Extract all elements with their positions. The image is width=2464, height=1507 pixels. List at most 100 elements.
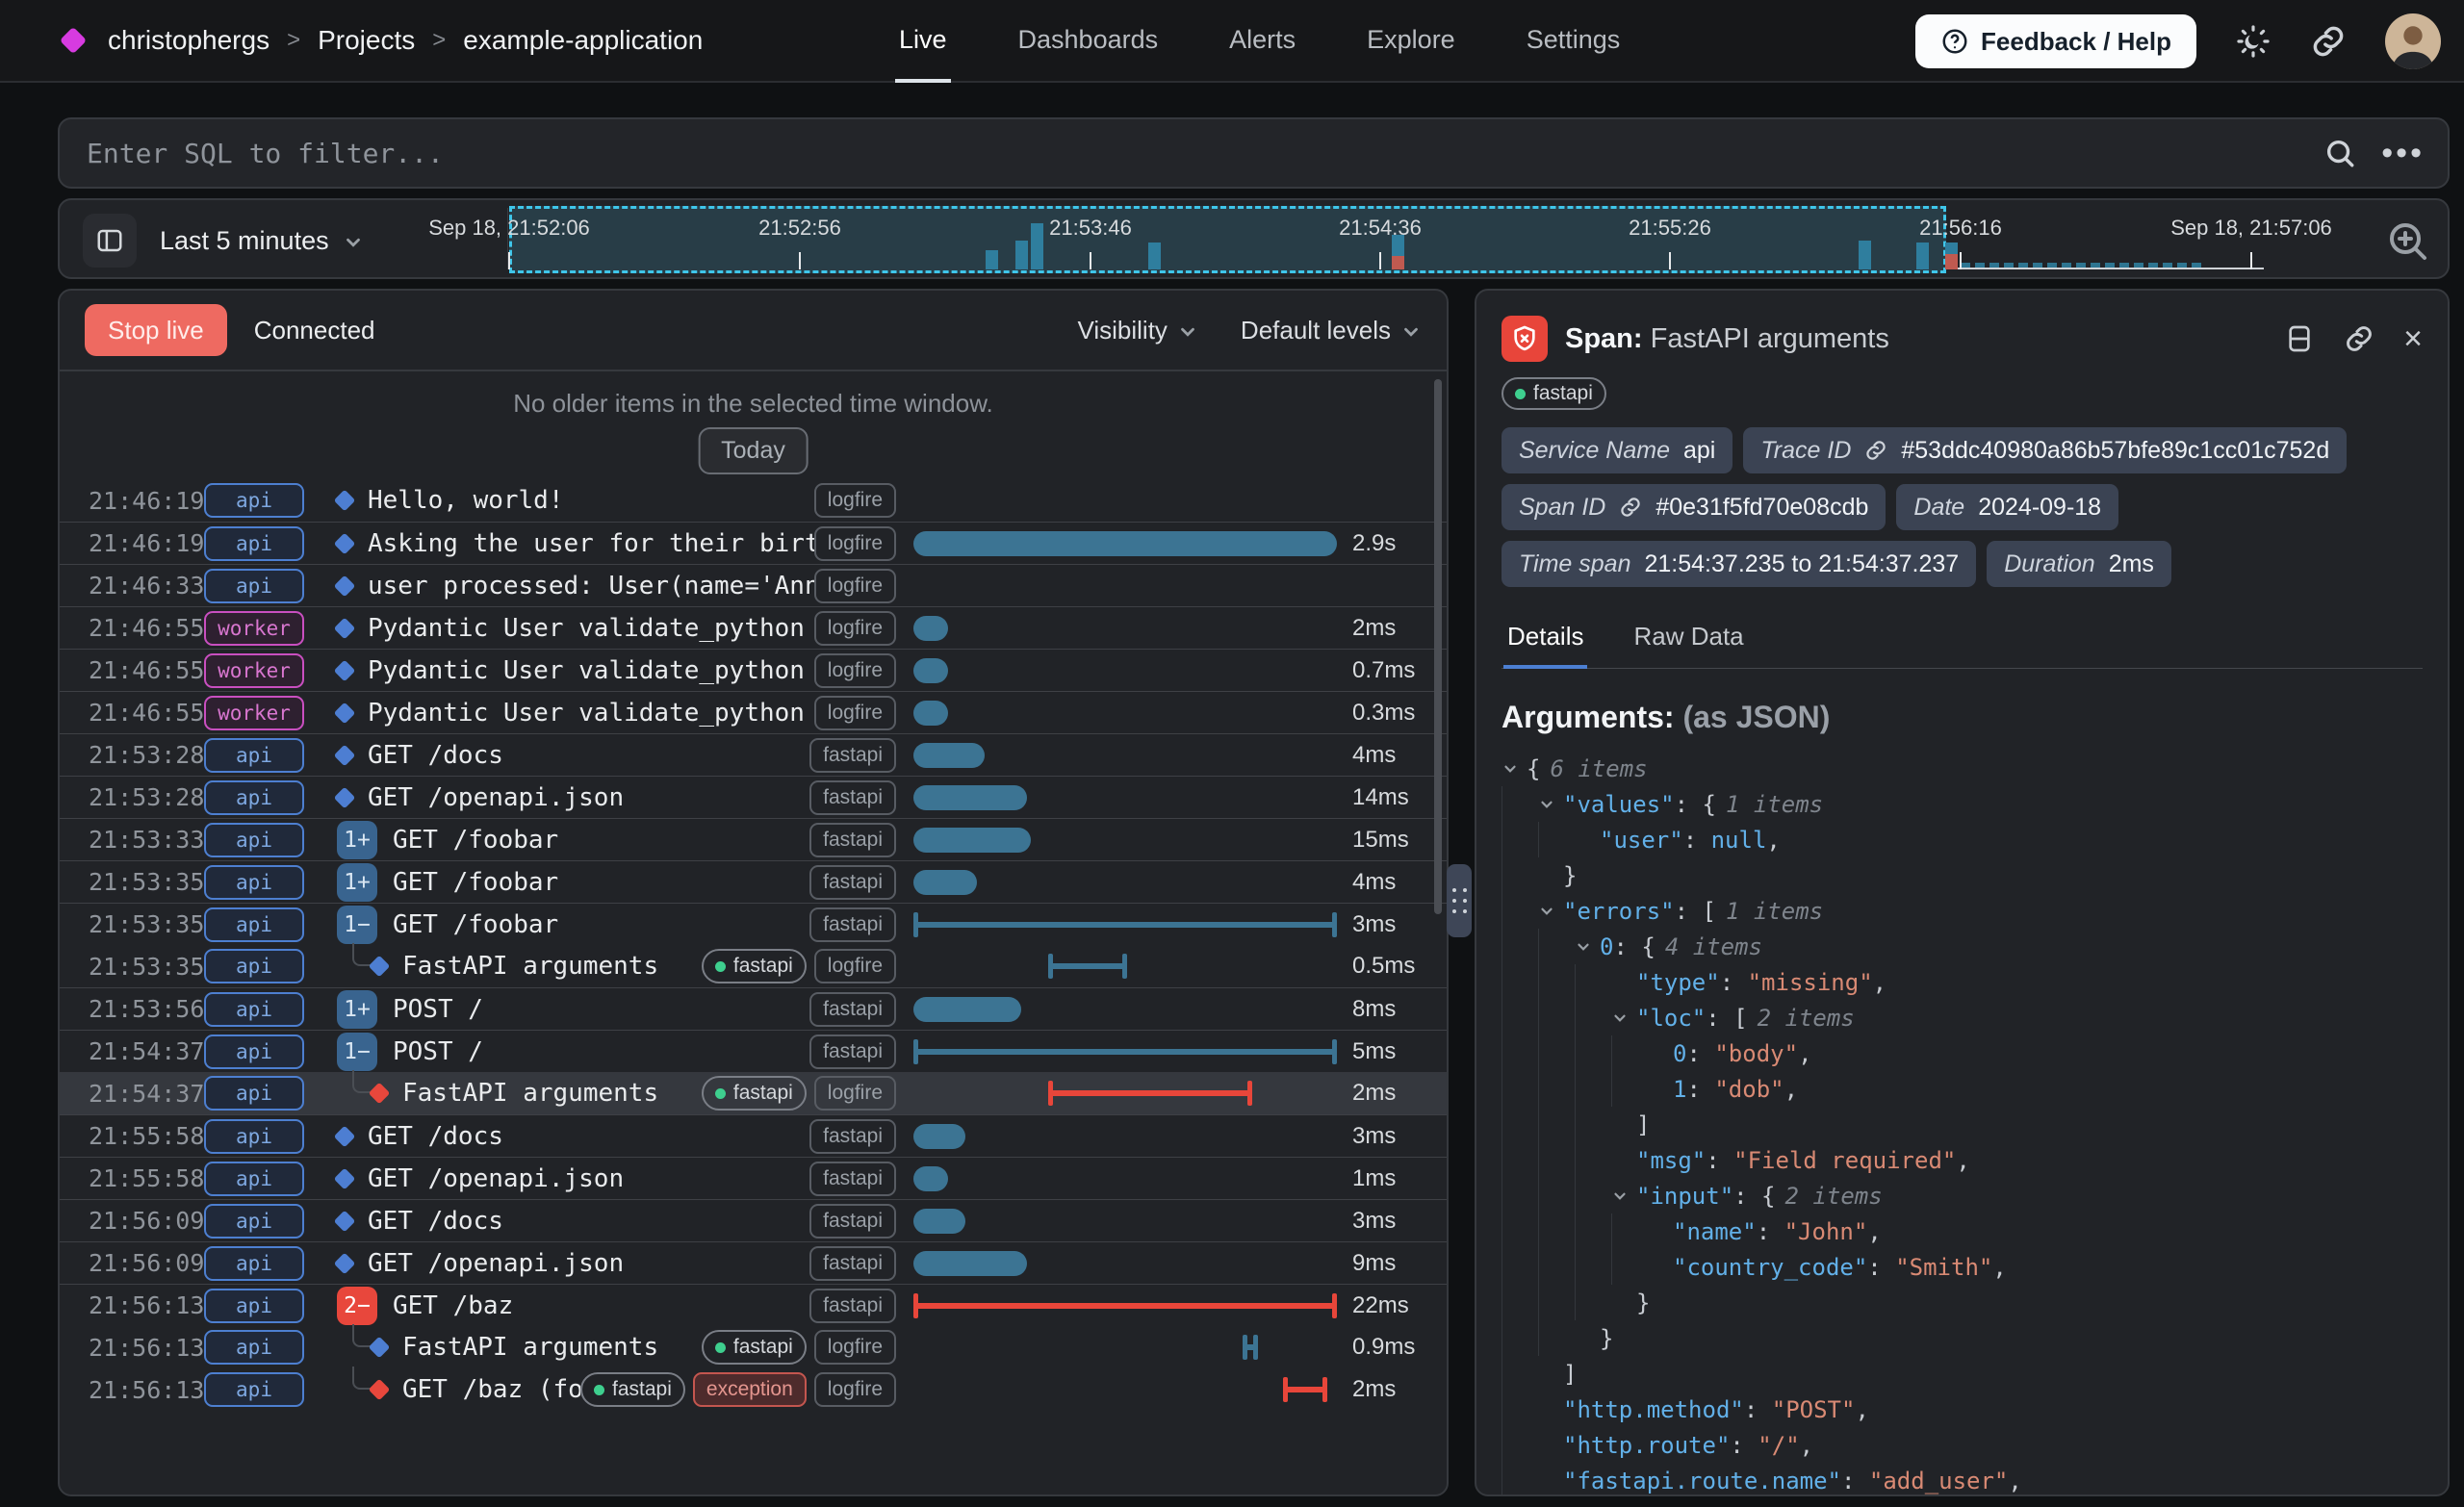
log-row[interactable]: 21:56:09apiGET /docsfastapi3ms [60, 1199, 1447, 1241]
sql-filter-input[interactable] [60, 138, 2323, 169]
span-diamond-icon [334, 786, 356, 808]
tag-fastapi: fastapi [809, 1246, 896, 1281]
copy-link-icon[interactable] [2344, 323, 2374, 354]
log-timestamp: 21:53:33 [60, 826, 204, 854]
tree-connector [352, 943, 372, 966]
duration-bar [1283, 1387, 1327, 1392]
log-row[interactable]: 21:56:13apiFastAPI argumentsfastapilogfi… [60, 1326, 1447, 1368]
json-indent-guide [1538, 822, 1575, 857]
json-collapse-caret[interactable] [1575, 938, 1600, 956]
expand-collapse-badge[interactable]: 2− [337, 1287, 377, 1325]
log-message: Pydantic User validate_python [368, 699, 805, 728]
log-message: GET /docs [368, 741, 503, 770]
log-row[interactable]: 21:46:33apiuser processed: User(name='An… [60, 564, 1447, 606]
tag-fastapi: fastapi [580, 1372, 685, 1407]
visibility-dropdown[interactable]: Visibility [1077, 316, 1197, 345]
log-row[interactable]: 21:46:19apiAsking the user for their bir… [60, 522, 1447, 564]
log-row[interactable]: 21:53:35api1+GET /foobarfastapi4ms [60, 860, 1447, 903]
log-message: POST / [393, 995, 483, 1024]
share-link-icon[interactable] [2310, 23, 2347, 60]
json-collapse-caret[interactable] [1538, 903, 1563, 920]
meta-value: api [1683, 437, 1715, 465]
scrollbar-thumb[interactable] [1434, 379, 1442, 914]
link-icon[interactable] [1864, 439, 1887, 462]
today-button[interactable]: Today [698, 427, 808, 474]
timeline-tick-label: Sep 18, 21:52:06 [428, 216, 590, 241]
tab-details[interactable]: Details [1503, 616, 1587, 669]
tab-raw-data[interactable]: Raw Data [1630, 616, 1747, 669]
nav-tab-dashboards[interactable]: Dashboards [1014, 0, 1163, 83]
expand-collapse-badge[interactable]: 1− [337, 906, 377, 944]
expand-collapse-badge[interactable]: 1+ [337, 863, 377, 902]
default-levels-dropdown[interactable]: Default levels [1241, 316, 1422, 345]
feedback-help-button[interactable]: Feedback / Help [1915, 14, 2196, 68]
log-row[interactable]: 21:46:55workerPydantic User validate_pyt… [60, 691, 1447, 733]
nav-tab-settings[interactable]: Settings [1523, 0, 1625, 83]
meta-label: Trace ID [1760, 437, 1851, 465]
user-avatar[interactable] [2385, 13, 2441, 69]
log-row[interactable]: 21:54:37apiFastAPI argumentsfastapilogfi… [60, 1072, 1447, 1114]
arguments-heading-sub: (as JSON) [1682, 700, 1830, 734]
log-row[interactable]: 21:46:55workerPydantic User validate_pyt… [60, 606, 1447, 649]
timeline-histogram[interactable]: Sep 18, 21:52:0621:52:5621:53:4621:54:36… [60, 200, 2448, 277]
json-token-punc: , [1784, 1076, 1798, 1103]
json-indent-guide [1538, 1178, 1575, 1213]
timeline-selection[interactable] [509, 206, 1946, 273]
question-circle-icon [1940, 27, 1969, 56]
breadcrumb-item[interactable]: Projects [318, 25, 415, 56]
log-row[interactable]: 21:46:19apiHello, world!logfire [60, 479, 1447, 522]
nav-tab-alerts[interactable]: Alerts [1225, 0, 1299, 83]
log-row[interactable]: 21:53:28apiGET /openapi.jsonfastapi14ms [60, 776, 1447, 818]
json-collapse-caret[interactable] [1538, 796, 1563, 813]
meta-pill-span-id[interactable]: Span ID#0e31f5fd70e08cdb [1502, 484, 1886, 530]
expand-collapse-badge[interactable]: 1+ [337, 990, 377, 1029]
breadcrumb-separator: > [287, 27, 300, 54]
json-collapse-caret[interactable] [1611, 1009, 1636, 1027]
theme-toggle-icon[interactable] [2235, 23, 2272, 60]
json-indent-guide [1502, 1392, 1538, 1427]
log-row[interactable]: 21:56:13api2−GET /bazfastapi22ms [60, 1284, 1447, 1326]
close-icon[interactable]: × [2403, 323, 2423, 354]
link-icon[interactable] [1619, 496, 1642, 519]
log-row[interactable]: 21:53:28apiGET /docsfastapi4ms [60, 733, 1447, 776]
span-diamond-icon [334, 744, 356, 766]
json-collapse-caret[interactable] [1611, 1188, 1636, 1205]
nav-tab-live[interactable]: Live [895, 0, 951, 83]
log-timestamp: 21:56:13 [60, 1291, 204, 1319]
log-row[interactable]: 21:55:58apiGET /docsfastapi3ms [60, 1114, 1447, 1157]
stop-live-button[interactable]: Stop live [85, 304, 227, 356]
log-row[interactable]: 21:56:09apiGET /openapi.jsonfastapi9ms [60, 1241, 1447, 1284]
more-options-icon[interactable]: ••• [2381, 148, 2425, 158]
log-timestamp: 21:46:55 [60, 614, 204, 642]
log-row[interactable]: 21:55:58apiGET /openapi.jsonfastapi1ms [60, 1157, 1447, 1199]
duration-bar [1243, 1344, 1258, 1350]
nav-tab-explore[interactable]: Explore [1363, 0, 1459, 83]
log-row[interactable]: 21:54:37api1−POST /fastapi5ms [60, 1030, 1447, 1072]
json-collapse-caret[interactable] [1502, 760, 1527, 778]
json-token-str: "John" [1784, 1218, 1868, 1245]
meta-pill-trace-id[interactable]: Trace ID#53ddc40980a86b57bfe89c1cc01c752… [1743, 427, 2347, 473]
log-row[interactable]: 21:53:56api1+POST /fastapi8ms [60, 987, 1447, 1030]
expand-collapse-badge[interactable]: 1− [337, 1033, 377, 1071]
log-timestamp: 21:56:13 [60, 1376, 204, 1404]
log-row[interactable]: 21:53:35apiFastAPI argumentsfastapilogfi… [60, 945, 1447, 987]
tag-fastapi: fastapi [809, 1204, 896, 1239]
panel-resize-handle[interactable] [1447, 864, 1472, 937]
log-row[interactable]: 21:53:33api1+GET /foobarfastapi15ms [60, 818, 1447, 860]
histogram-bar [1945, 243, 1958, 269]
search-icon[interactable] [2323, 137, 2356, 169]
split-panel-icon[interactable] [2284, 323, 2315, 354]
zoom-in-icon[interactable] [2384, 217, 2430, 264]
breadcrumb-item[interactable]: christophergs [108, 25, 270, 56]
json-indent-guide [1538, 1249, 1575, 1285]
log-row[interactable]: 21:53:35api1−GET /foobarfastapi3ms [60, 903, 1447, 945]
duration-label: 0.3ms [1341, 700, 1447, 727]
logfire-logo[interactable] [60, 27, 87, 54]
json-token-punc: , [1855, 1396, 1868, 1423]
breadcrumb-item[interactable]: example-application [463, 25, 703, 56]
log-row[interactable]: 21:56:13apiGET /baz (fofastapiexceptionl… [60, 1368, 1447, 1411]
expand-collapse-badge[interactable]: 1+ [337, 821, 377, 859]
log-row[interactable]: 21:46:55workerPydantic User validate_pyt… [60, 649, 1447, 691]
error-shield-icon [1502, 316, 1548, 362]
meta-label: Span ID [1519, 494, 1605, 522]
